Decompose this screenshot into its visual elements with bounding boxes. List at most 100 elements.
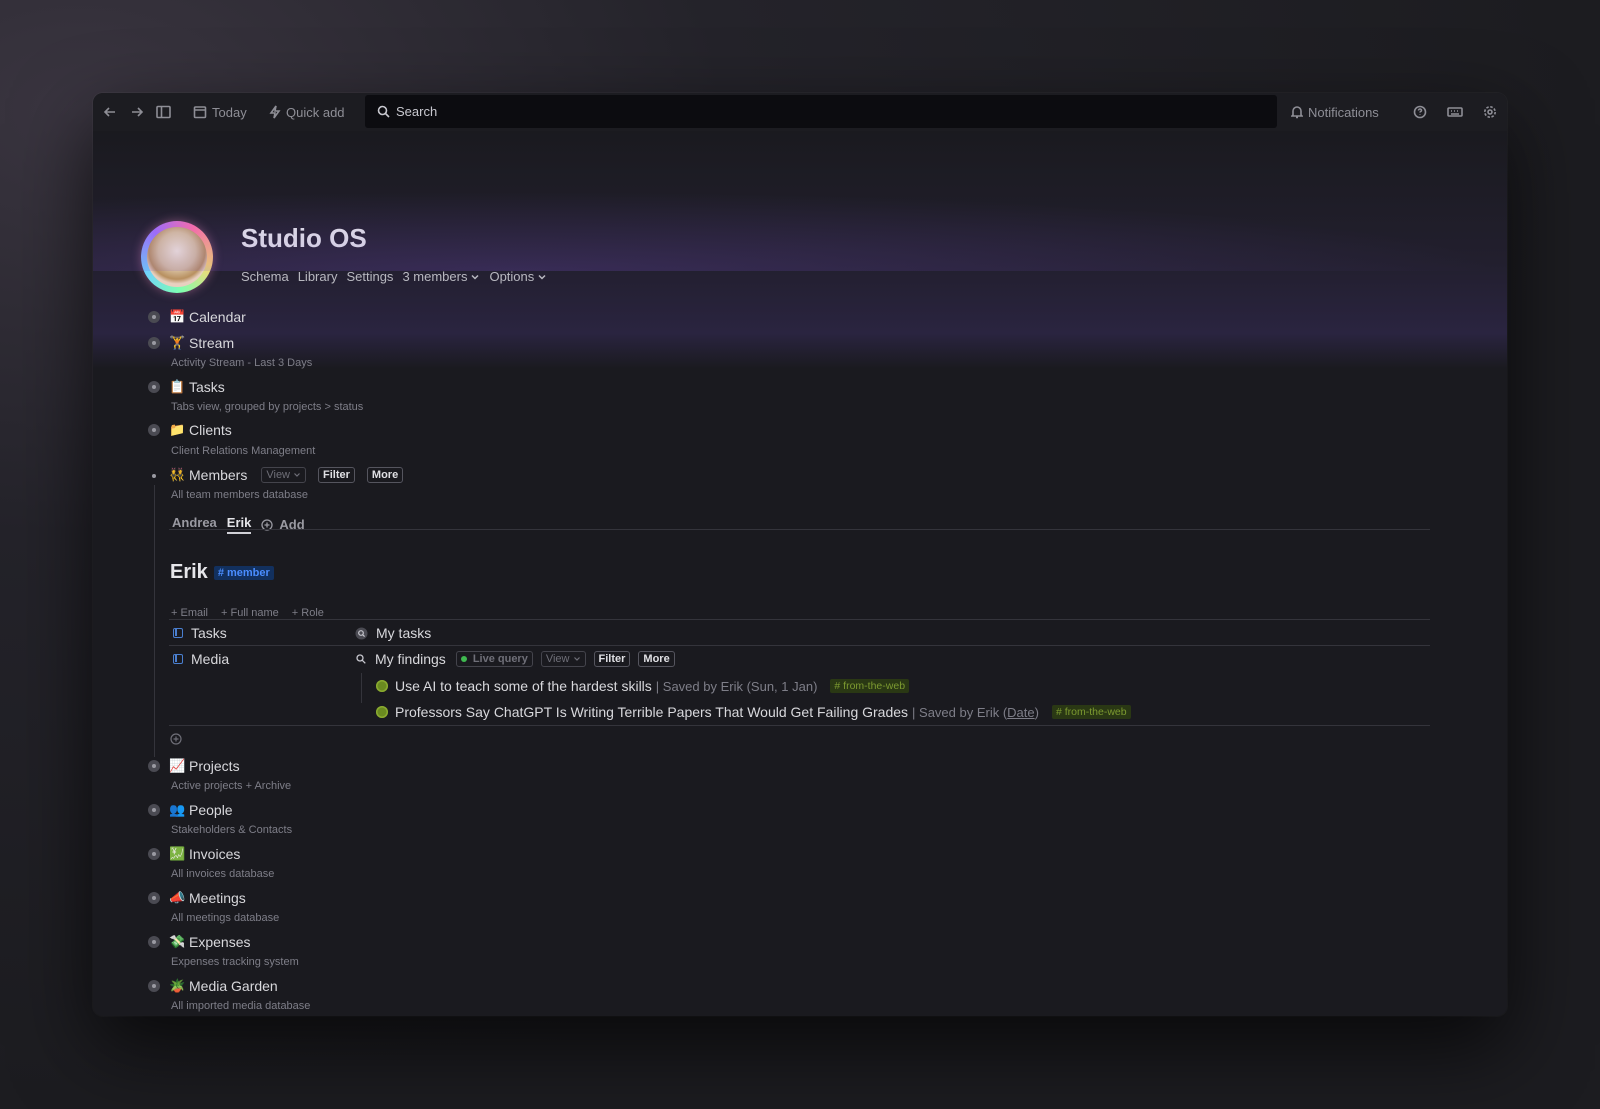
collapse-bullet[interactable] (148, 848, 160, 860)
collapse-bullet[interactable] (148, 337, 160, 349)
list-item[interactable]: 📋 Tasks (169, 379, 225, 395)
finding-row[interactable]: Professors Say ChatGPT Is Writing Terrib… (376, 704, 1131, 720)
view-button[interactable]: View (261, 467, 307, 483)
collapse-bullet[interactable] (148, 381, 160, 393)
plus-circle-icon (170, 733, 182, 745)
list-item[interactable]: 📈 Projects (169, 758, 240, 774)
search-icon (356, 654, 366, 664)
list-item[interactable]: 📅 Calendar (169, 309, 246, 325)
library-link[interactable]: Library (298, 269, 338, 284)
arrow-left-icon (103, 107, 115, 117)
property-label: Tasks (191, 625, 227, 641)
schema-link[interactable]: Schema (241, 269, 289, 284)
members-emoji-icon: 👯 (169, 467, 186, 482)
astronaut-image (147, 227, 207, 287)
help-button[interactable] (1413, 105, 1427, 119)
search-input[interactable]: Search (365, 95, 1277, 128)
property-value-my-findings[interactable]: My findings Live query View Filter More (355, 651, 675, 667)
keyboard-button[interactable] (1447, 105, 1463, 119)
view-label: View (545, 653, 570, 665)
database-icon (173, 628, 183, 638)
sidebar-icon (156, 105, 171, 119)
collapse-bullet[interactable] (148, 311, 160, 323)
add-email-button[interactable]: + Email (171, 607, 208, 619)
collapse-bullet[interactable] (148, 980, 160, 992)
quick-add-button[interactable]: Quick add (269, 105, 345, 120)
more-button[interactable]: More (366, 467, 404, 483)
live-query-label: Live query (472, 653, 528, 665)
item-label: Tasks (189, 379, 225, 395)
item-description: Client Relations Management (171, 445, 316, 457)
item-description: Expenses tracking system (171, 956, 299, 968)
finding-meta: | Saved by Erik (Sun, 1 Jan) (655, 678, 818, 694)
list-item[interactable]: 📁 Clients (169, 422, 232, 438)
workspace-avatar[interactable] (141, 221, 213, 293)
finding-tag[interactable]: # from-the-web (830, 679, 910, 693)
add-tab-button[interactable]: Add (261, 515, 305, 534)
item-description: All team members database (171, 489, 308, 501)
expanded-bullet[interactable] (152, 474, 156, 478)
calendar-emoji-icon: 📅 (169, 309, 186, 324)
date-link[interactable]: Date (1007, 705, 1034, 720)
view-button[interactable]: View (540, 651, 586, 667)
add-role-button[interactable]: + Role (292, 607, 324, 619)
tab-erik[interactable]: Erik (226, 515, 252, 534)
property-name-tasks[interactable]: Tasks (173, 625, 227, 641)
collapse-bullet[interactable] (148, 892, 160, 904)
filter-button[interactable]: Filter (318, 467, 355, 483)
finding-meta-suffix: ) (1034, 704, 1039, 720)
results-indent-line (361, 673, 362, 703)
item-label: Stream (189, 335, 235, 351)
app-window: Today Quick add Search Notifications Stu… (93, 93, 1507, 1016)
finding-tag[interactable]: # from-the-web (1051, 705, 1131, 719)
workspace-header: Studio OS Schema Library Settings 3 memb… (93, 131, 1507, 369)
list-item[interactable]: 💸 Expenses (169, 934, 250, 950)
today-button[interactable]: Today (193, 105, 247, 120)
list-item[interactable]: 🏋 Stream (169, 335, 234, 351)
list-item[interactable]: 🪴 Media Garden (169, 978, 278, 994)
collapse-bullet[interactable] (148, 936, 160, 948)
item-description: Activity Stream - Last 3 Days (171, 357, 313, 369)
item-description: Stakeholders & Contacts (171, 824, 293, 836)
finding-title: Use AI to teach some of the hardest skil… (395, 678, 652, 694)
help-icon (1413, 105, 1427, 119)
property-label: Media (191, 651, 230, 667)
database-icon (173, 654, 183, 664)
chevron-down-icon (573, 657, 580, 661)
stream-emoji-icon: 🏋 (169, 335, 186, 350)
finding-title: Professors Say ChatGPT Is Writing Terrib… (395, 704, 909, 720)
settings-link[interactable]: Settings (346, 269, 393, 284)
item-label: Invoices (189, 846, 241, 862)
members-dropdown[interactable]: 3 members (402, 269, 480, 284)
add-full-name-button[interactable]: + Full name (221, 607, 279, 619)
sidebar-toggle-button[interactable] (156, 105, 171, 119)
list-item[interactable]: 💹 Invoices (169, 846, 240, 862)
options-dropdown[interactable]: Options (489, 269, 547, 284)
item-label: Clients (189, 422, 232, 438)
member-tag[interactable]: # member (213, 565, 274, 580)
tab-andrea[interactable]: Andrea (172, 515, 217, 534)
property-value-my-tasks[interactable]: My tasks (355, 625, 431, 641)
collapse-bullet[interactable] (148, 760, 160, 772)
list-item[interactable]: 📣 Meetings (169, 890, 246, 906)
chevron-down-icon (538, 274, 546, 280)
list-item[interactable]: 👯 Members View Filter More (169, 467, 404, 483)
property-name-media[interactable]: Media (173, 651, 229, 667)
item-description: Tabs view, grouped by projects > status (171, 401, 364, 413)
collapse-bullet[interactable] (148, 804, 160, 816)
more-button[interactable]: More (638, 651, 675, 667)
add-property-button[interactable] (170, 732, 182, 750)
invoices-emoji-icon: 💹 (169, 846, 186, 861)
forward-button[interactable] (130, 105, 144, 119)
property-value-label: My findings (375, 651, 446, 667)
bell-icon (1291, 106, 1303, 119)
list-item[interactable]: 👥 People (169, 802, 233, 818)
finding-row[interactable]: Use AI to teach some of the hardest skil… (376, 678, 910, 694)
filter-button[interactable]: Filter (593, 651, 631, 667)
back-button[interactable] (103, 105, 117, 119)
live-query-badge[interactable]: Live query (455, 651, 533, 667)
item-label: Media Garden (189, 978, 278, 994)
collapse-bullet[interactable] (148, 424, 160, 436)
notifications-button[interactable]: Notifications (1291, 105, 1379, 120)
settings-button[interactable] (1483, 105, 1497, 119)
